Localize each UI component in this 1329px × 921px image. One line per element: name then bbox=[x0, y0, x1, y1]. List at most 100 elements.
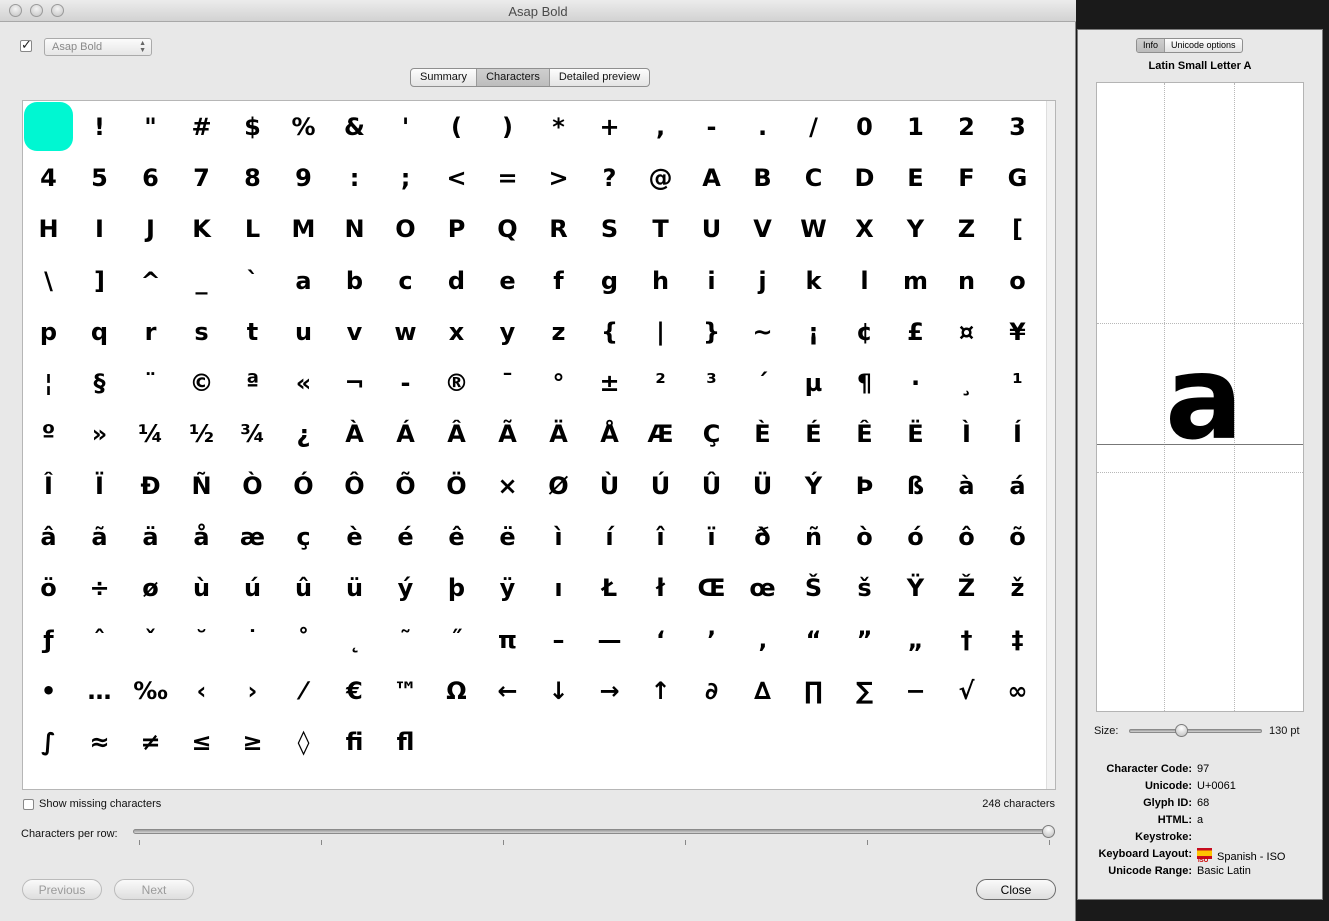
glyph-cell[interactable]: ^ bbox=[125, 255, 176, 306]
glyph-cell[interactable]: 4 bbox=[23, 152, 74, 203]
glyph-cell[interactable]: Ð bbox=[125, 460, 176, 511]
glyph-cell[interactable]: Ë bbox=[890, 409, 941, 460]
glyph-cell[interactable]: ≤ bbox=[176, 717, 227, 768]
glyph-cell[interactable]: D bbox=[839, 152, 890, 203]
glyph-cell[interactable]: ˚ bbox=[278, 614, 329, 665]
size-slider-knob[interactable] bbox=[1174, 724, 1188, 737]
glyph-cell[interactable]: ˝ bbox=[431, 614, 482, 665]
glyph-cell[interactable]: a bbox=[278, 255, 329, 306]
glyph-cell[interactable]: ü bbox=[329, 563, 380, 614]
glyph-cell[interactable]: ≈ bbox=[74, 717, 125, 768]
glyph-cell[interactable]: š bbox=[839, 563, 890, 614]
glyph-cell[interactable]: ¡ bbox=[788, 306, 839, 357]
glyph-cell[interactable]: C bbox=[788, 152, 839, 203]
glyph-cell[interactable]: œ bbox=[737, 563, 788, 614]
glyph-cell[interactable]: ƒ bbox=[23, 614, 74, 665]
glyph-cell[interactable]: $ bbox=[227, 101, 278, 152]
glyph-cell[interactable]: » bbox=[74, 409, 125, 460]
glyph-cell[interactable]: 2 bbox=[941, 101, 992, 152]
glyph-cell[interactable]: # bbox=[176, 101, 227, 152]
glyph-cell[interactable]: f bbox=[533, 255, 584, 306]
glyph-cell[interactable]: < bbox=[431, 152, 482, 203]
glyph-cell[interactable]: ä bbox=[125, 511, 176, 562]
glyph-cell[interactable]: Ò bbox=[227, 460, 278, 511]
glyph-cell[interactable]: - bbox=[686, 101, 737, 152]
glyph-cell[interactable]: & bbox=[329, 101, 380, 152]
glyph-cell[interactable]: ~ bbox=[737, 306, 788, 357]
glyph-cell[interactable]: 0 bbox=[839, 101, 890, 152]
glyph-cell[interactable]: Â bbox=[431, 409, 482, 460]
glyph-cell[interactable]: > bbox=[533, 152, 584, 203]
glyph-cell[interactable]: ¾ bbox=[227, 409, 278, 460]
glyph-cell[interactable]: Ž bbox=[941, 563, 992, 614]
glyph-cell[interactable]: p bbox=[23, 306, 74, 357]
glyph-cell[interactable]: Û bbox=[686, 460, 737, 511]
glyph-cell[interactable]: ô bbox=[941, 511, 992, 562]
glyph-cell[interactable]: é bbox=[380, 511, 431, 562]
glyph-cell[interactable]: " bbox=[125, 101, 176, 152]
glyph-cell[interactable]: å bbox=[176, 511, 227, 562]
glyph-cell[interactable]: ™ bbox=[380, 665, 431, 716]
glyph-cell[interactable]: ã bbox=[74, 511, 125, 562]
glyph-cell[interactable]: x bbox=[431, 306, 482, 357]
previous-button[interactable]: Previous bbox=[22, 879, 102, 900]
glyph-cell[interactable]: É bbox=[788, 409, 839, 460]
glyph-cell[interactable]: O bbox=[380, 204, 431, 255]
glyph-cell[interactable]: µ bbox=[788, 357, 839, 408]
glyph-cell[interactable]: ® bbox=[431, 357, 482, 408]
glyph-cell[interactable]: Ô bbox=[329, 460, 380, 511]
glyph-cell[interactable]: · bbox=[890, 357, 941, 408]
glyph-cell[interactable]: 6 bbox=[125, 152, 176, 203]
tab-unicode-options[interactable]: Unicode options bbox=[1165, 39, 1242, 52]
glyph-cell[interactable]: ˇ bbox=[125, 614, 176, 665]
glyph-cell[interactable]: Ì bbox=[941, 409, 992, 460]
glyph-cell[interactable]: ¤ bbox=[941, 306, 992, 357]
glyph-cell[interactable]: ! bbox=[74, 101, 125, 152]
glyph-cell[interactable]: Á bbox=[380, 409, 431, 460]
glyph-cell[interactable]: − bbox=[890, 665, 941, 716]
glyph-cell[interactable]: ¹ bbox=[992, 357, 1043, 408]
glyph-cell[interactable]: ø bbox=[125, 563, 176, 614]
glyph-cell[interactable]: ⁄ bbox=[278, 665, 329, 716]
glyph-cell[interactable]: Ł bbox=[584, 563, 635, 614]
glyph-cell[interactable]: [ bbox=[992, 204, 1043, 255]
glyph-cell[interactable]: ª bbox=[227, 357, 278, 408]
glyph-cell[interactable]: 3 bbox=[992, 101, 1043, 152]
glyph-cell[interactable]: ∫ bbox=[23, 717, 74, 768]
glyph-cell[interactable]: ¿ bbox=[278, 409, 329, 460]
close-button[interactable]: Close bbox=[976, 879, 1056, 900]
glyph-cell[interactable]: d bbox=[431, 255, 482, 306]
glyph-cell[interactable]: / bbox=[788, 101, 839, 152]
glyph-cell[interactable]: ¯ bbox=[482, 357, 533, 408]
glyph-cell[interactable]: © bbox=[176, 357, 227, 408]
glyph-cell[interactable]: ð bbox=[737, 511, 788, 562]
glyph-cell[interactable]: | bbox=[635, 306, 686, 357]
glyph-cell[interactable]: → bbox=[584, 665, 635, 716]
glyph-cell[interactable]: w bbox=[380, 306, 431, 357]
glyph-cell[interactable]: 9 bbox=[278, 152, 329, 203]
glyph-cell[interactable]: † bbox=[941, 614, 992, 665]
glyph-cell[interactable]: ÿ bbox=[482, 563, 533, 614]
glyph-cell[interactable]: Ï bbox=[74, 460, 125, 511]
glyph-cell[interactable]: ¼ bbox=[125, 409, 176, 460]
glyph-cell[interactable]: 8 bbox=[227, 152, 278, 203]
glyph-cell[interactable]: ß bbox=[890, 460, 941, 511]
glyph-cell[interactable]: t bbox=[227, 306, 278, 357]
glyph-cell[interactable]: : bbox=[329, 152, 380, 203]
glyph-cell[interactable]: ↑ bbox=[635, 665, 686, 716]
glyph-cell[interactable]: F bbox=[941, 152, 992, 203]
glyph-cell[interactable]: ◊ bbox=[278, 717, 329, 768]
glyph-cell[interactable]: h bbox=[635, 255, 686, 306]
glyph-cell[interactable]: ý bbox=[380, 563, 431, 614]
glyph-cell[interactable]: n bbox=[941, 255, 992, 306]
glyph-cell[interactable]: , bbox=[635, 101, 686, 152]
glyph-cell[interactable]: ← bbox=[482, 665, 533, 716]
tab-detailed-preview[interactable]: Detailed preview bbox=[550, 69, 649, 86]
glyph-cell[interactable]: ¬ bbox=[329, 357, 380, 408]
glyph-cell[interactable]: ± bbox=[584, 357, 635, 408]
font-enabled-checkbox[interactable] bbox=[20, 37, 32, 53]
glyph-cell[interactable]: I bbox=[74, 204, 125, 255]
glyph-cell[interactable]: Ü bbox=[737, 460, 788, 511]
glyph-cell[interactable]: S bbox=[584, 204, 635, 255]
glyph-cell[interactable]: ‡ bbox=[992, 614, 1043, 665]
